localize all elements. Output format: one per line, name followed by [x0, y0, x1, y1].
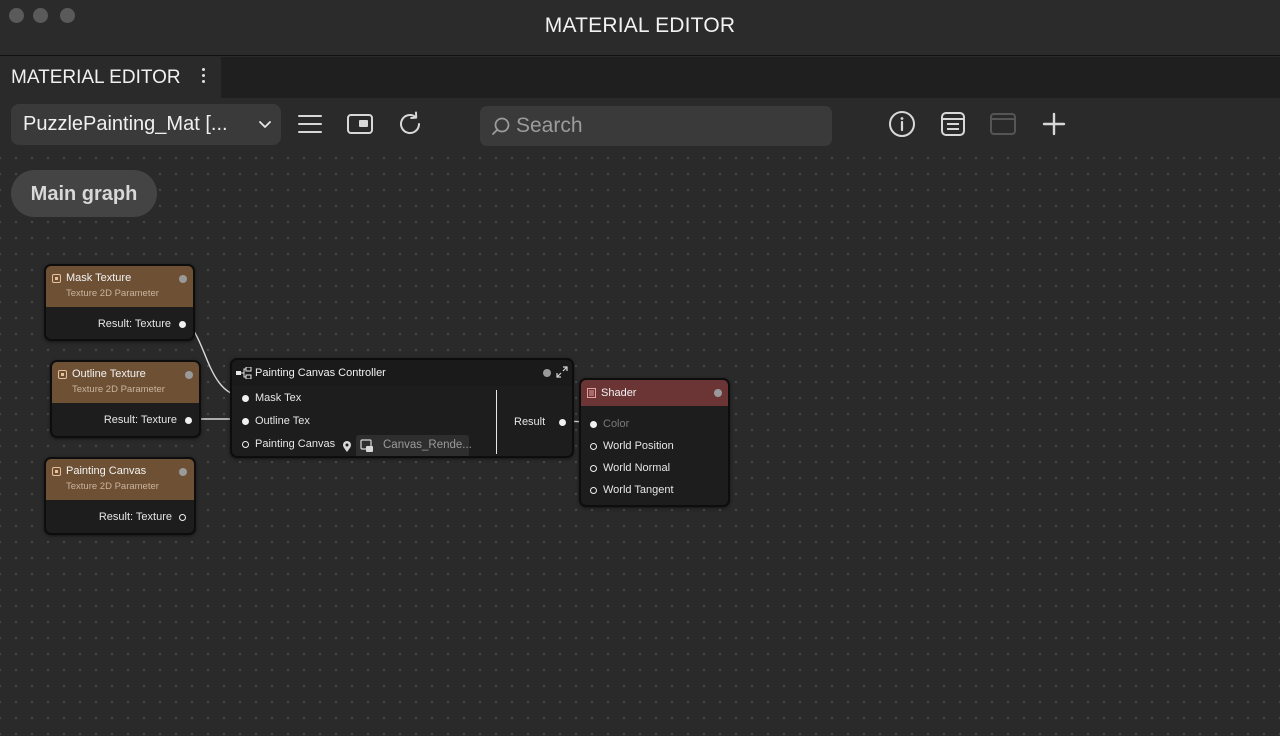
- node-info-icon[interactable]: [179, 468, 187, 476]
- texture-icon: [52, 467, 61, 476]
- input-label-world-tangent: World Tangent: [603, 484, 674, 496]
- panel-tab-label: MATERIAL EDITOR: [11, 67, 181, 88]
- refresh-icon[interactable]: [396, 110, 424, 138]
- output-pin[interactable]: [179, 321, 186, 328]
- output-label: Result: Texture: [103, 414, 177, 426]
- expand-icon[interactable]: [556, 366, 568, 378]
- node-divider: [496, 390, 497, 454]
- main-graph-label: Main graph: [30, 183, 138, 205]
- output-pin[interactable]: [179, 514, 186, 521]
- node-header: Painting Canvas Texture 2D Parameter: [46, 459, 194, 500]
- input-label-color: Color: [603, 418, 630, 430]
- node-info-icon[interactable]: [185, 371, 193, 379]
- node-outline-texture[interactable]: Outline Texture Texture 2D Parameter Res…: [50, 360, 201, 438]
- node-painting-canvas-controller[interactable]: Painting Canvas Controller Mask Tex Outl…: [230, 358, 574, 458]
- node-title: Outline Texture: [72, 368, 146, 380]
- toolbar: PuzzlePainting_Mat [...: [0, 98, 1280, 156]
- input-pin-outline-tex[interactable]: [242, 418, 249, 425]
- preview-panel-icon[interactable]: [346, 110, 374, 138]
- properties-panel-icon[interactable]: [939, 110, 967, 138]
- node-info-icon[interactable]: [714, 389, 722, 397]
- input-label-mask-tex: Mask Tex: [255, 392, 302, 404]
- node-subtitle: Texture 2D Parameter: [72, 384, 165, 395]
- output-label: Result: Texture: [98, 511, 172, 523]
- output-label-result: Result: [514, 416, 546, 428]
- texture-icon: [52, 274, 61, 283]
- node-info-icon[interactable]: [179, 275, 187, 283]
- input-label-world-normal: World Normal: [603, 462, 671, 474]
- chevron-down-icon: [259, 121, 271, 128]
- output-pin[interactable]: [185, 417, 192, 424]
- node-title: Painting Canvas: [66, 465, 147, 477]
- node-title: Mask Texture: [66, 272, 132, 284]
- node-painting-canvas[interactable]: Painting Canvas Texture 2D Parameter Res…: [44, 457, 196, 535]
- node-header: Painting Canvas Controller: [232, 360, 572, 386]
- node-subtitle: Texture 2D Parameter: [66, 288, 159, 299]
- output-label: Result: Texture: [97, 318, 171, 330]
- node-subtitle: Texture 2D Parameter: [66, 481, 159, 492]
- window-titlebar: MATERIAL EDITOR: [0, 0, 1280, 56]
- input-label-outline-tex: Outline Tex: [255, 415, 310, 427]
- material-select-value: PuzzlePainting_Mat [...: [23, 113, 228, 135]
- node-info-icon[interactable]: [543, 369, 551, 377]
- window-title: MATERIAL EDITOR: [544, 14, 736, 37]
- node-header: Outline Texture Texture 2D Parameter: [52, 362, 199, 403]
- location-pin-icon[interactable]: [342, 441, 352, 453]
- hamburger-menu-icon[interactable]: [296, 110, 324, 138]
- output-pin-result[interactable]: [559, 419, 566, 426]
- input-pin-world-normal[interactable]: [590, 465, 597, 472]
- input-pin-painting-canvas[interactable]: [242, 441, 249, 448]
- input-label-world-position: World Position: [603, 440, 674, 452]
- shader-icon: [587, 388, 596, 398]
- node-mask-texture[interactable]: Mask Texture Texture 2D Parameter Result…: [44, 264, 195, 341]
- add-icon[interactable]: [1040, 110, 1068, 138]
- material-select[interactable]: PuzzlePainting_Mat [...: [11, 104, 281, 145]
- input-pin-mask-tex[interactable]: [242, 395, 249, 402]
- node-shader[interactable]: Shader Color World Position World Normal…: [579, 378, 730, 507]
- render-target-icon: [360, 439, 373, 452]
- search-icon: [492, 117, 510, 135]
- texture-icon: [58, 370, 67, 379]
- panel-tab-material-editor[interactable]: MATERIAL EDITOR: [0, 57, 221, 98]
- node-title: Shader: [601, 387, 637, 399]
- search-box[interactable]: [480, 106, 832, 146]
- canvas-render-target-field[interactable]: Canvas_Rende...: [356, 435, 472, 456]
- panel-tabstrip: MATERIAL EDITOR: [0, 57, 1280, 98]
- input-label-painting-canvas: Painting Canvas: [255, 438, 336, 450]
- more-vertical-icon[interactable]: [196, 65, 210, 89]
- node-header: Mask Texture Texture 2D Parameter: [46, 266, 193, 307]
- node-header: Shader: [581, 380, 728, 406]
- search-input[interactable]: [516, 106, 816, 146]
- info-icon[interactable]: [888, 110, 916, 138]
- window-panel-icon[interactable]: [989, 110, 1017, 138]
- input-pin-color[interactable]: [590, 421, 597, 428]
- subgraph-icon: [236, 367, 252, 379]
- main-graph-breadcrumb[interactable]: Main graph: [11, 170, 157, 217]
- input-pin-world-position[interactable]: [590, 443, 597, 450]
- node-title: Painting Canvas Controller: [255, 367, 386, 379]
- input-pin-world-tangent[interactable]: [590, 487, 597, 494]
- canvas-render-target-value: Canvas_Rende...: [383, 439, 472, 451]
